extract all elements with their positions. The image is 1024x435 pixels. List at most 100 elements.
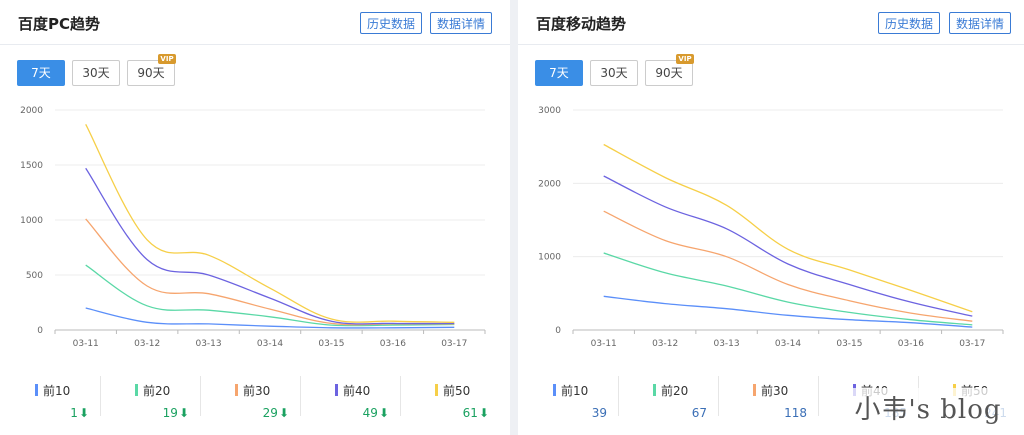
vip-badge-icon: VIP xyxy=(676,54,694,64)
legend-color-marker xyxy=(35,384,38,396)
pc-panel-header: 百度PC趋势 历史数据 数据详情 xyxy=(0,0,510,45)
stat-label: 前50 xyxy=(435,382,470,399)
stat-label-text: 前10 xyxy=(561,384,589,398)
mobile-series-line xyxy=(603,143,973,313)
pc-stats-row: 前10 1⬇ 前20 19⬇ 前30 29⬇ 前40 49⬇ 前50 61⬇ xyxy=(0,370,510,430)
pc-series-line xyxy=(85,167,455,325)
pc-detail-button[interactable]: 数据详情 xyxy=(430,12,493,34)
mobile-history-button[interactable]: 历史数据 xyxy=(878,12,941,34)
stat-value: 118 xyxy=(784,406,807,420)
legend-color-marker xyxy=(135,384,138,396)
mobile-stat-item: 前10 39 xyxy=(553,376,607,426)
x-tick-label: 03-14 xyxy=(775,339,801,349)
stat-value-text: 67 xyxy=(691,406,707,420)
pc-panel-title: 百度PC趋势 xyxy=(18,15,101,33)
y-tick-label: 500 xyxy=(26,271,43,281)
pc-stat-item: 前20 19⬇ xyxy=(135,376,189,426)
stat-value: 39 xyxy=(592,406,607,420)
vip-badge-icon: VIP xyxy=(158,54,176,64)
pc-stat-item: 前50 61⬇ xyxy=(435,376,489,426)
stat-value-text: 1 xyxy=(70,406,78,420)
pc-range-30d-button[interactable]: 30天 xyxy=(72,60,120,86)
y-tick-label: 0 xyxy=(555,326,561,336)
stat-value-text: 19 xyxy=(162,406,178,420)
legend-color-marker xyxy=(553,384,556,396)
legend-color-marker xyxy=(753,384,756,396)
stat-divider xyxy=(100,376,101,416)
stat-divider xyxy=(618,376,619,416)
stat-value-text: 49 xyxy=(362,406,378,420)
pc-stat-item: 前10 1⬇ xyxy=(35,376,89,426)
x-tick-label: 03-14 xyxy=(257,339,283,349)
mobile-panel-header: 百度移动趋势 历史数据 数据详情 xyxy=(518,0,1024,45)
stat-label-text: 前20 xyxy=(661,384,689,398)
legend-color-marker xyxy=(653,384,656,396)
stat-value: 29⬇ xyxy=(263,406,289,420)
stat-divider xyxy=(300,376,301,416)
y-tick-label: 0 xyxy=(37,326,43,336)
x-tick-label: 03-17 xyxy=(959,339,985,349)
mobile-range-90d-button[interactable]: 90天 VIP xyxy=(645,54,694,86)
pc-range-90d-button[interactable]: 90天 VIP xyxy=(127,54,176,86)
down-arrow-icon: ⬇ xyxy=(178,406,189,420)
pc-series-line xyxy=(85,264,455,327)
x-tick-label: 03-13 xyxy=(713,339,739,349)
stat-label: 前10 xyxy=(35,382,70,399)
down-arrow-icon: ⬇ xyxy=(478,406,489,420)
y-tick-label: 2000 xyxy=(20,106,43,116)
pc-range-7d-button[interactable]: 7天 xyxy=(17,60,65,86)
stat-label-text: 前50 xyxy=(443,384,471,398)
mobile-panel-title: 百度移动趋势 xyxy=(536,15,627,33)
mobile-trend-panel: 百度移动趋势 历史数据 数据详情 7天 30天 90天 VIP 0 1000 200… xyxy=(518,0,1024,435)
mobile-range-90d-label: 90天 xyxy=(655,66,683,80)
mobile-range-7d-button[interactable]: 7天 xyxy=(535,60,583,86)
stat-label-text: 前30 xyxy=(243,384,271,398)
stat-value-text: 29 xyxy=(262,406,278,420)
pc-stat-item: 前30 29⬇ xyxy=(235,376,289,426)
mobile-series-line xyxy=(603,175,973,317)
watermark-logo: 小韦's blog xyxy=(832,388,1024,432)
stat-label: 前20 xyxy=(653,382,688,399)
mobile-stat-item: 前20 67 xyxy=(653,376,707,426)
y-tick-label: 2000 xyxy=(538,179,561,189)
stat-divider xyxy=(718,376,719,416)
x-tick-label: 03-17 xyxy=(441,339,467,349)
stat-label: 前30 xyxy=(235,382,270,399)
legend-color-marker xyxy=(335,384,338,396)
pc-stat-item: 前40 49⬇ xyxy=(335,376,389,426)
y-tick-label: 1500 xyxy=(20,161,43,171)
mobile-range-30d-button[interactable]: 30天 xyxy=(590,60,638,86)
stat-label-text: 前10 xyxy=(43,384,71,398)
stat-label-text: 前40 xyxy=(343,384,371,398)
mobile-series-line xyxy=(603,295,973,328)
stat-value: 1⬇ xyxy=(70,406,89,420)
down-arrow-icon: ⬇ xyxy=(78,406,89,420)
legend-color-marker xyxy=(235,384,238,396)
pc-series-line xyxy=(85,218,455,326)
stat-label: 前10 xyxy=(553,382,588,399)
x-tick-label: 03-12 xyxy=(652,339,678,349)
pc-history-button[interactable]: 历史数据 xyxy=(360,12,423,34)
stat-label: 前40 xyxy=(335,382,370,399)
stat-value: 19⬇ xyxy=(163,406,189,420)
mobile-stat-item: 前30 118 xyxy=(753,376,807,426)
stat-divider xyxy=(200,376,201,416)
stat-label-text: 前30 xyxy=(761,384,789,398)
x-tick-label: 03-16 xyxy=(898,339,924,349)
down-arrow-icon: ⬇ xyxy=(378,406,389,420)
stat-value: 49⬇ xyxy=(363,406,389,420)
stat-label: 前30 xyxy=(753,382,788,399)
pc-trend-panel: 百度PC趋势 历史数据 数据详情 7天 30天 90天 VIP 0 500 1000… xyxy=(0,0,510,435)
stat-divider xyxy=(818,376,819,416)
stat-label-text: 前20 xyxy=(143,384,171,398)
pc-series-line xyxy=(85,123,455,323)
x-tick-label: 03-15 xyxy=(318,339,344,349)
x-tick-label: 03-13 xyxy=(195,339,221,349)
stat-value: 61⬇ xyxy=(463,406,489,420)
stat-divider xyxy=(400,376,401,416)
stat-value-text: 39 xyxy=(591,406,607,420)
mobile-series-line xyxy=(603,210,973,322)
mobile-detail-button[interactable]: 数据详情 xyxy=(949,12,1012,34)
x-tick-label: 03-12 xyxy=(134,339,160,349)
mobile-trend-chart: 0 1000 2000 3000 03-11 03-12 03-13 03-14 03-15 03… xyxy=(538,106,1004,349)
